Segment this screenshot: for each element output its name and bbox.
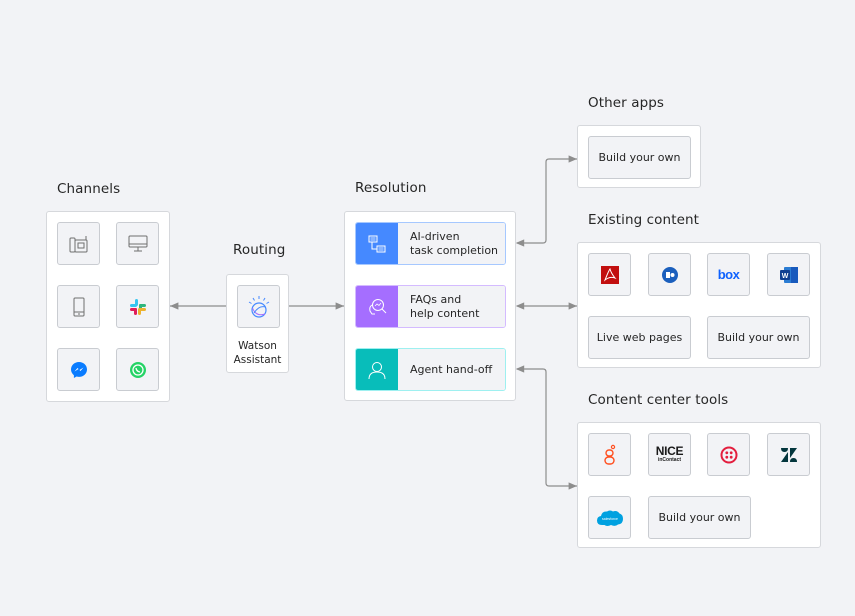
existing-content-word-tile[interactable]: W — [767, 253, 810, 296]
channel-whatsapp-tile[interactable] — [116, 348, 159, 391]
other-apps-build-your-own[interactable]: Build your own — [588, 136, 691, 179]
resolution-icon-box — [356, 223, 398, 264]
resolution-item-faq[interactable]: FAQs and help content — [355, 285, 506, 328]
resolution-label: AI-driven task completion — [398, 223, 505, 264]
existing-content-title: Existing content — [588, 212, 700, 228]
nice-incontact-icon: NICE — [655, 444, 684, 458]
existing-content-build-your-own[interactable]: Build your own — [707, 316, 810, 359]
channel-messenger-tile[interactable] — [57, 348, 100, 391]
existing-content-sharepoint-tile[interactable] — [648, 253, 691, 296]
resolution-title: Resolution — [355, 180, 427, 196]
adobe-pdf-icon — [600, 265, 619, 284]
build-your-own-label: Build your own — [598, 151, 681, 164]
slack-icon — [129, 298, 146, 315]
workflow-icon — [368, 235, 386, 252]
zendesk-icon — [780, 447, 797, 462]
salesforce-icon: salesforce — [596, 510, 623, 526]
resolution-icon-box — [356, 286, 398, 327]
svg-text:salesforce: salesforce — [602, 517, 618, 521]
watson-assistant-label: Watson Assistant — [233, 340, 282, 366]
content-center-tools-panel: NICE inContact salesforce Build your own — [577, 422, 821, 548]
word-icon: W — [779, 266, 798, 283]
channels-panel — [46, 211, 170, 402]
existing-content-pdf-tile[interactable] — [588, 253, 631, 296]
channels-title: Channels — [57, 181, 121, 197]
genesys-icon — [603, 444, 615, 465]
resolution-icon-box — [356, 349, 398, 390]
desk-phone-icon — [69, 235, 87, 252]
mobile-icon — [73, 297, 84, 316]
content-center-tools-title: Content center tools — [588, 392, 729, 408]
content-center-twilio-tile[interactable] — [707, 433, 750, 476]
build-your-own-label: Build your own — [717, 331, 800, 344]
routing-title: Routing — [233, 242, 286, 258]
channel-mobile-tile[interactable] — [57, 285, 100, 328]
twilio-icon — [720, 446, 737, 463]
desktop-icon — [128, 235, 147, 251]
routing-panel: Watson Assistant — [226, 274, 289, 373]
other-apps-panel: Build your own — [577, 125, 701, 188]
nice-incontact-subtext: inContact — [657, 457, 682, 463]
arrow-resolution-to-content-center — [515, 365, 577, 490]
messenger-icon — [70, 361, 87, 378]
live-web-pages-label: Live web pages — [596, 331, 683, 344]
existing-content-panel: box W Live web pages Build your own — [577, 242, 821, 368]
watson-icon — [248, 295, 269, 318]
content-center-salesforce-tile[interactable]: salesforce — [588, 496, 631, 539]
channel-phone-tile[interactable] — [57, 222, 100, 265]
resolution-panel: AI-driven task completion FAQs and help … — [344, 211, 516, 401]
resolution-label: FAQs and help content — [398, 286, 505, 327]
watson-assistant-tile[interactable] — [237, 285, 280, 328]
existing-content-live-web-pages[interactable]: Live web pages — [588, 316, 691, 359]
existing-content-box-tile[interactable]: box — [707, 253, 750, 296]
content-center-zendesk-tile[interactable] — [767, 433, 810, 476]
whatsapp-icon — [129, 361, 146, 378]
build-your-own-label: Build your own — [658, 511, 741, 524]
faq-search-icon — [369, 298, 387, 314]
channel-desktop-tile[interactable] — [116, 222, 159, 265]
resolution-item-agent[interactable]: Agent hand-off — [355, 348, 506, 391]
content-center-nice-tile[interactable]: NICE inContact — [648, 433, 691, 476]
content-center-build-your-own[interactable]: Build your own — [648, 496, 751, 539]
arrow-resolution-to-other-apps — [515, 155, 577, 247]
resolution-label: Agent hand-off — [398, 349, 505, 390]
channel-slack-tile[interactable] — [116, 285, 159, 328]
other-apps-title: Other apps — [588, 95, 665, 111]
content-center-genesys-tile[interactable] — [588, 433, 631, 476]
svg-text:W: W — [781, 273, 788, 280]
box-icon: box — [717, 267, 740, 282]
user-icon — [368, 361, 386, 379]
resolution-item-ai-task[interactable]: AI-driven task completion — [355, 222, 506, 265]
sharepoint-icon — [661, 266, 678, 283]
